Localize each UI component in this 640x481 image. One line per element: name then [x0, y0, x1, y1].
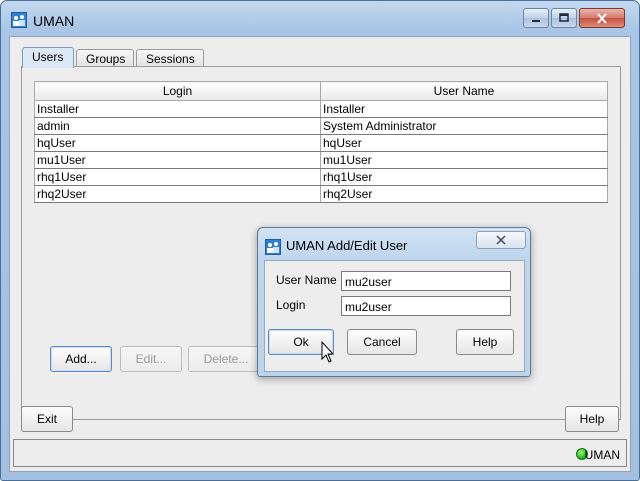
- cell-user-name[interactable]: System Administrator: [320, 117, 608, 135]
- users-table-container[interactable]: Login User Name Installer Installer admi…: [34, 81, 608, 203]
- maximize-button[interactable]: [551, 8, 577, 28]
- dialog-title: UMAN Add/Edit User: [286, 238, 408, 253]
- help-button[interactable]: Help: [565, 406, 619, 432]
- cell-login[interactable]: rhq1User: [34, 168, 321, 186]
- users-table[interactable]: Login User Name Installer Installer admi…: [34, 81, 608, 203]
- delete-button[interactable]: Delete...: [188, 346, 264, 372]
- cell-login[interactable]: rhq2User: [34, 185, 321, 203]
- user-name-label: User Name: [276, 273, 337, 287]
- table-row[interactable]: hqUser hqUser: [34, 134, 608, 152]
- cell-login[interactable]: hqUser: [34, 134, 321, 152]
- dialog-app-icon: [265, 239, 281, 255]
- close-button[interactable]: [579, 8, 625, 28]
- tab-users[interactable]: Users: [22, 47, 74, 68]
- title-bar[interactable]: UMAN: [1, 1, 639, 35]
- table-row[interactable]: rhq2User rhq2User: [34, 185, 608, 203]
- cell-login[interactable]: Installer: [34, 100, 321, 118]
- cell-user-name[interactable]: Installer: [320, 100, 608, 118]
- user-name-field[interactable]: mu2user: [341, 271, 511, 291]
- window-title: UMAN: [33, 13, 75, 29]
- login-field[interactable]: mu2user: [341, 296, 511, 316]
- dialog-close-button[interactable]: [476, 231, 526, 249]
- table-row[interactable]: admin System Administrator: [34, 117, 608, 135]
- mouse-pointer-icon: [321, 341, 335, 363]
- cell-user-name[interactable]: mu1User: [320, 151, 608, 169]
- tab-sessions[interactable]: Sessions: [136, 49, 204, 67]
- close-icon: [597, 12, 607, 24]
- table-row[interactable]: rhq1User rhq1User: [34, 168, 608, 186]
- status-text: UMAN: [584, 448, 620, 462]
- cell-login[interactable]: mu1User: [34, 151, 321, 169]
- add-edit-user-dialog: UMAN Add/Edit User User Name mu2user Log…: [257, 227, 531, 377]
- edit-button[interactable]: Edit...: [120, 346, 182, 372]
- minimize-icon: [532, 20, 540, 22]
- cell-user-name[interactable]: rhq2User: [320, 185, 608, 203]
- status-bar: UMAN: [13, 439, 627, 467]
- dialog-help-button[interactable]: Help: [456, 329, 514, 355]
- cell-user-name[interactable]: rhq1User: [320, 168, 608, 186]
- tab-groups[interactable]: Groups: [76, 49, 134, 67]
- cell-login[interactable]: admin: [34, 117, 321, 135]
- close-icon: [496, 235, 506, 245]
- app-icon: [11, 12, 27, 28]
- cancel-button[interactable]: Cancel: [347, 329, 417, 355]
- add-button[interactable]: Add...: [50, 346, 112, 372]
- login-label: Login: [276, 298, 306, 312]
- column-header-login[interactable]: Login: [34, 81, 321, 101]
- maximize-icon: [559, 13, 569, 22]
- cell-user-name[interactable]: hqUser: [320, 134, 608, 152]
- column-header-user-name[interactable]: User Name: [320, 81, 608, 101]
- minimize-button[interactable]: [523, 8, 549, 28]
- table-row[interactable]: mu1User mu1User: [34, 151, 608, 169]
- exit-button[interactable]: Exit: [21, 406, 73, 432]
- table-row[interactable]: Installer Installer: [34, 100, 608, 118]
- dialog-body: User Name mu2user Login mu2user Ok Cance…: [264, 260, 525, 372]
